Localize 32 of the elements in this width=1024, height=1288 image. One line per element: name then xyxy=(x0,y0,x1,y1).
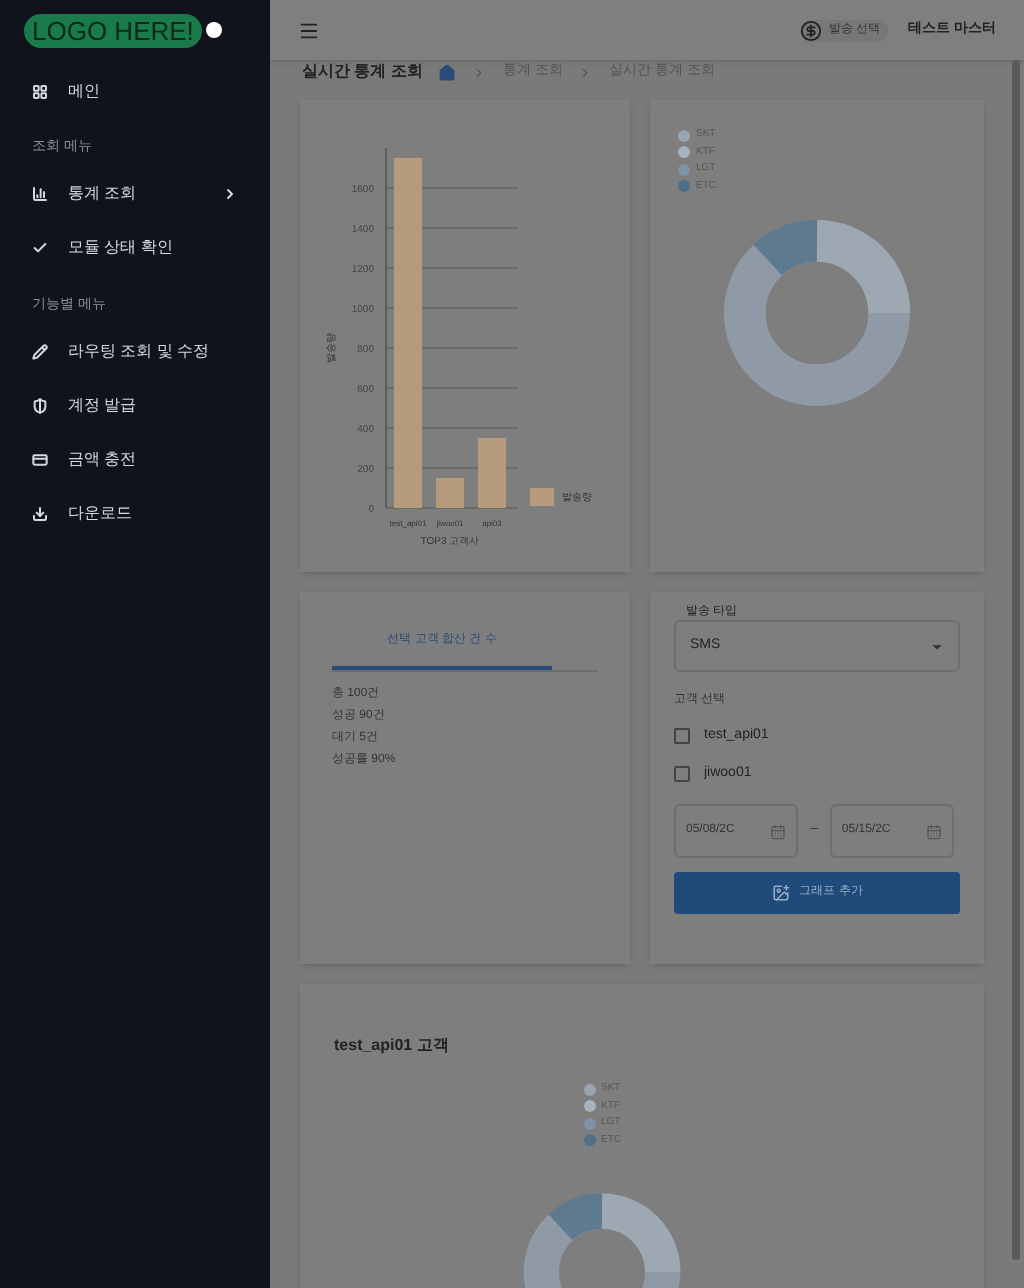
chevron-icon xyxy=(578,65,593,79)
bar-chart-icon xyxy=(32,186,48,202)
sidebar-item[interactable]: 모듈 상태 확인 xyxy=(0,221,270,275)
check-icon xyxy=(32,240,48,256)
bar xyxy=(435,478,463,508)
sidebar-item[interactable]: 다운로드 xyxy=(0,486,270,540)
download-icon xyxy=(32,505,48,521)
dropdown-icon xyxy=(930,639,944,653)
scrollbar[interactable] xyxy=(1012,60,1020,1260)
sidebar-item[interactable]: 계정 발급 xyxy=(0,378,270,432)
page-title: 실시간 통계 조회 xyxy=(302,60,423,84)
bar xyxy=(477,438,505,508)
card-title: test_api01 고객 xyxy=(334,1036,449,1054)
sidebar-item[interactable]: 메인 xyxy=(0,64,270,118)
image-plus-icon xyxy=(771,884,790,902)
home-icon[interactable] xyxy=(438,63,457,81)
legend-swatch xyxy=(529,488,553,506)
calendar-icon[interactable] xyxy=(925,823,942,839)
grid-icon xyxy=(32,83,48,99)
shield-icon xyxy=(32,397,48,413)
sidebar-item[interactable]: 통계 조회 xyxy=(0,167,270,221)
sidebar-item[interactable]: 금액 충전 xyxy=(0,432,270,486)
logo[interactable]: LOGO HERE! xyxy=(24,13,202,47)
chevron-icon xyxy=(472,65,487,79)
card-icon xyxy=(32,451,48,467)
checkbox[interactable] xyxy=(674,765,690,782)
calendar-icon[interactable] xyxy=(770,823,786,839)
coin-icon xyxy=(800,19,823,41)
checkbox[interactable] xyxy=(674,728,690,745)
menu-icon[interactable] xyxy=(298,19,320,41)
sidebar-item[interactable]: 라우팅 조회 및 수정 xyxy=(0,324,270,378)
pencil-icon xyxy=(32,343,48,359)
